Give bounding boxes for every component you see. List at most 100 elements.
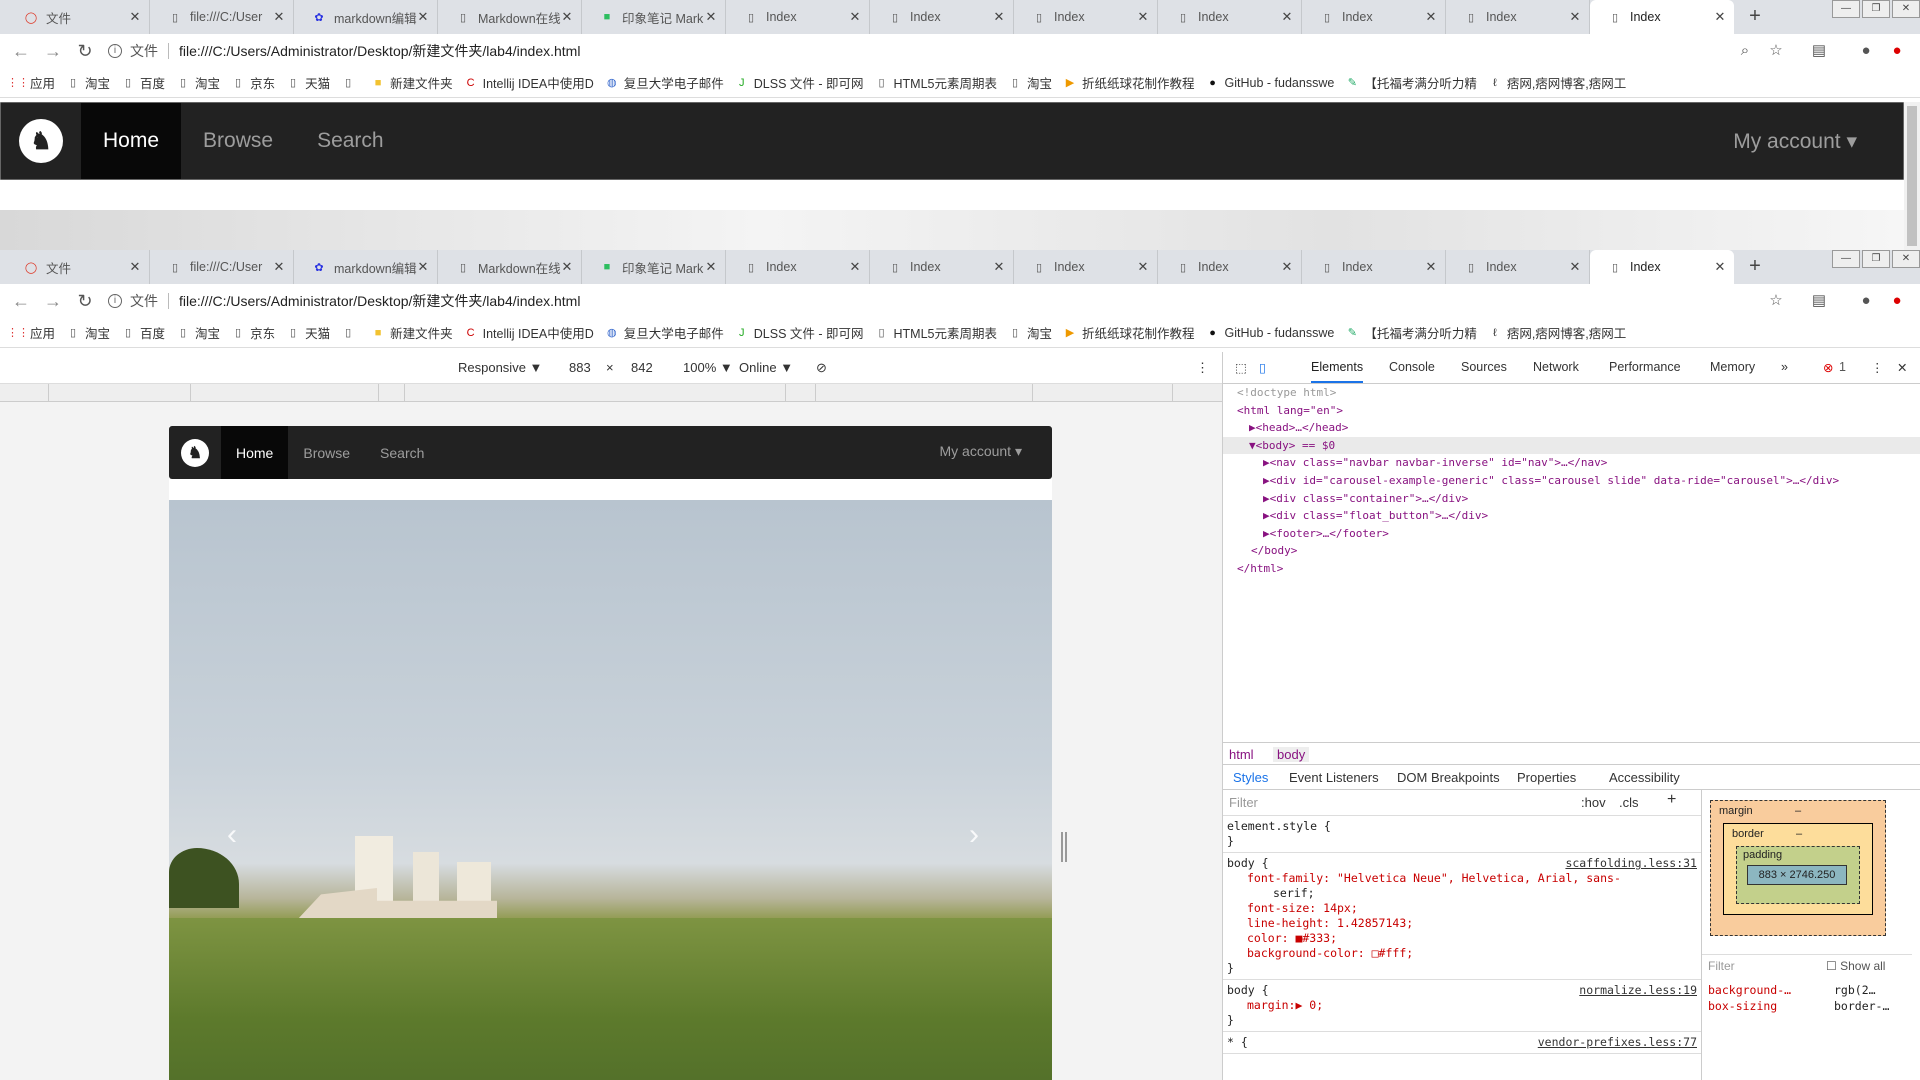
minimize-icon[interactable]: — — [1832, 250, 1860, 268]
close-icon[interactable]: ✕ — [273, 9, 285, 25]
tab[interactable]: ✿ markdown编辑 ✕ — [294, 0, 438, 34]
tab[interactable]: ▯ Index ✕ — [1014, 250, 1158, 284]
forward-button[interactable]: → — [38, 291, 68, 312]
bookmark-item[interactable]: ⋮⋮ 应用 — [7, 73, 55, 92]
tab[interactable]: ▯ Index ✕ — [726, 0, 870, 34]
extension-icon[interactable]: ▤ — [1808, 284, 1830, 318]
bookmark-item[interactable]: ✎ 【托福考满分听力精 — [1346, 73, 1477, 92]
close-icon[interactable]: ✕ — [1714, 259, 1726, 275]
bookmark-item[interactable]: ▯ 淘宝 — [67, 323, 110, 342]
nav-browse[interactable]: Browse — [181, 103, 295, 179]
bookmark-item[interactable]: ℓ 痞网,痞网博客,痞网工 — [1489, 73, 1626, 92]
bookmark-item[interactable]: ▯ — [342, 76, 360, 89]
height-input[interactable]: 842 — [631, 360, 653, 375]
devtools-tab[interactable]: Console — [1389, 360, 1435, 374]
bookmark-item[interactable]: ▯ 百度 — [122, 323, 165, 342]
bookmark-item[interactable]: ▯ HTML5元素周期表 — [876, 323, 997, 342]
tab[interactable]: ■ 印象笔记 Mark ✕ — [582, 0, 726, 34]
show-all-checkbox[interactable]: ☐ Show all — [1826, 959, 1885, 973]
tab[interactable]: ▯ file:///C:/User ✕ — [150, 0, 294, 34]
bookmark-item[interactable]: C Intellij IDEA中使用D — [465, 73, 594, 92]
nav-search[interactable]: Search — [365, 426, 439, 479]
close-icon[interactable]: ✕ — [1897, 360, 1907, 375]
close-icon[interactable]: ✕ — [849, 9, 861, 25]
network-select[interactable]: Online ▼ — [739, 360, 793, 375]
close-icon[interactable]: ✕ — [1569, 259, 1581, 275]
bookmark-item[interactable]: ▯ 天猫 — [287, 323, 330, 342]
devtools-tab[interactable]: Performance — [1609, 360, 1681, 374]
property[interactable]: line-height: 1.42857143; — [1227, 916, 1697, 931]
tab[interactable]: ▯ file:///C:/User ✕ — [150, 250, 294, 284]
close-icon[interactable]: ✕ — [993, 9, 1005, 25]
resize-handle[interactable] — [1061, 832, 1067, 862]
bookmark-item[interactable]: J DLSS 文件 - 即可网 — [736, 323, 864, 342]
close-icon[interactable]: ✕ — [705, 259, 717, 275]
tab[interactable]: ▯ Index ✕ — [870, 250, 1014, 284]
tab[interactable]: ■ 印象笔记 Mark ✕ — [582, 250, 726, 284]
bookmark-item[interactable]: ▯ 淘宝 — [177, 323, 220, 342]
close-icon[interactable]: ✕ — [561, 259, 573, 275]
tab[interactable]: ▯ Index ✕ — [726, 250, 870, 284]
filter-input[interactable]: Filter — [1229, 795, 1258, 810]
back-button[interactable]: ← — [6, 291, 36, 312]
omnibox[interactable]: i 文件 file:///C:/Users/Administrator/Desk… — [108, 38, 1680, 64]
zoom-select[interactable]: 100% ▼ — [683, 360, 733, 375]
dom-node[interactable]: <!doctype html> — [1223, 384, 1920, 402]
chevron-left-icon[interactable]: ‹ — [227, 818, 237, 852]
dom-node[interactable]: ▶<nav class="navbar navbar-inverse" id="… — [1223, 454, 1920, 472]
tab[interactable]: ✿ markdown编辑 ✕ — [294, 250, 438, 284]
tab[interactable]: ▯ Index ✕ — [1446, 0, 1590, 34]
devtools-tab[interactable]: Network — [1533, 360, 1579, 374]
tab[interactable]: ▯ Markdown在线 ✕ — [438, 250, 582, 284]
bookmark-item[interactable]: ◍ 复旦大学电子邮件 — [606, 73, 724, 92]
profile-icon[interactable]: ● — [1855, 34, 1877, 68]
nav-home[interactable]: Home — [221, 426, 289, 479]
alert-icon[interactable]: ● — [1886, 284, 1908, 318]
devtools-tab[interactable]: Memory — [1710, 360, 1755, 374]
styles-subtab[interactable]: DOM Breakpoints — [1397, 770, 1500, 785]
zoom-icon[interactable]: ⌕ — [1734, 34, 1756, 68]
inspect-icon[interactable]: ⬚ — [1235, 360, 1247, 375]
bookmark-item[interactable]: ▯ 京东 — [232, 73, 275, 92]
bookmark-item[interactable]: ℓ 痞网,痞网博客,痞网工 — [1489, 323, 1626, 342]
new-tab-button[interactable]: + — [1740, 250, 1770, 284]
reload-button[interactable]: ↻ — [70, 291, 100, 312]
close-icon[interactable]: ✕ — [129, 259, 141, 275]
property[interactable]: serif; — [1227, 886, 1697, 901]
styles-subtab[interactable]: Event Listeners — [1289, 770, 1379, 785]
reload-button[interactable]: ↻ — [70, 41, 100, 62]
restore-icon[interactable]: ❐ — [1862, 0, 1890, 18]
dom-node[interactable]: ▶<div id="carousel-example-generic" clas… — [1223, 472, 1920, 490]
bookmark-item[interactable]: ⋮⋮ 应用 — [7, 323, 55, 342]
devtools-tab[interactable]: Elements — [1311, 360, 1364, 383]
url-text[interactable]: file:///C:/Users/Administrator/Desktop/新… — [179, 41, 580, 61]
close-icon[interactable]: ✕ — [849, 259, 861, 275]
hov-toggle[interactable]: :hov — [1581, 795, 1606, 810]
tab[interactable]: ▯ Markdown在线 ✕ — [438, 0, 582, 34]
close-icon[interactable]: ✕ — [417, 259, 429, 275]
dom-node[interactable]: </body> — [1223, 542, 1920, 560]
source-link[interactable]: vendor-prefixes.less:77 — [1538, 1035, 1697, 1050]
computed-filter[interactable]: Filter ☐ Show all — [1702, 954, 1912, 978]
bookmark-item[interactable]: ■ 新建文件夹 — [372, 73, 453, 92]
dom-node-selected[interactable]: ▼<body> == $0 — [1223, 436, 1920, 455]
property[interactable]: font-family: "Helvetica Neue", Helvetica… — [1227, 871, 1697, 886]
dom-node[interactable]: ▶<footer>…</footer> — [1223, 525, 1920, 543]
dom-node[interactable]: </html> — [1223, 560, 1920, 578]
error-icon[interactable]: ⊗ — [1823, 360, 1833, 375]
close-icon[interactable]: ✕ — [1425, 9, 1437, 25]
dom-node[interactable]: <html lang="en"> — [1223, 402, 1920, 420]
nav-home[interactable]: Home — [81, 103, 182, 179]
scrollbar[interactable] — [1904, 102, 1920, 250]
property[interactable]: margin:▶ 0; — [1227, 998, 1697, 1013]
styles-subtab[interactable]: Accessibility — [1609, 770, 1680, 785]
tab[interactable]: ▯ Index ✕ — [1302, 250, 1446, 284]
bookmark-item[interactable]: ▯ 百度 — [122, 73, 165, 92]
github-logo[interactable]: ♞ — [169, 426, 221, 479]
new-tab-button[interactable]: + — [1740, 0, 1770, 34]
chevron-right-icon[interactable]: › — [969, 818, 979, 852]
bookmark-item[interactable]: ▯ 京东 — [232, 323, 275, 342]
back-button[interactable]: ← — [6, 41, 36, 62]
styles-subtab[interactable]: Styles — [1233, 770, 1268, 785]
computed-row[interactable]: background-… rgb(2… — [1708, 982, 1912, 998]
